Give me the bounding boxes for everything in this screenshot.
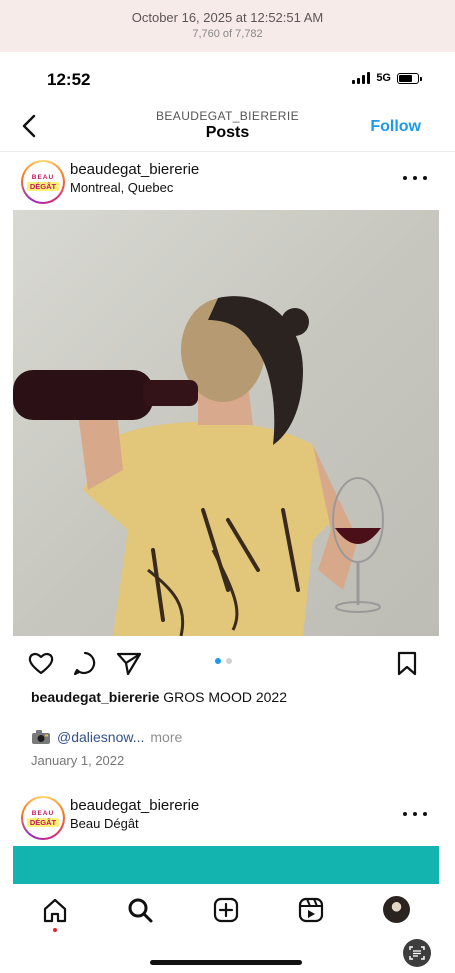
camera-icon <box>32 730 50 744</box>
avatar-logo-text: DÉGÂT <box>26 181 60 191</box>
text-scan-icon <box>409 946 425 960</box>
post-caption: beaudegat_biererie GROS MOOD 2022 <box>31 689 287 705</box>
network-label: 5G <box>376 72 391 84</box>
like-button[interactable] <box>27 649 55 677</box>
screenshot-tool-button[interactable] <box>403 939 431 967</box>
post-date: January 1, 2022 <box>31 753 125 768</box>
banner-count: 7,760 of 7,782 <box>192 28 263 40</box>
avatar-logo-text: BEAU <box>31 809 55 817</box>
nav-header: BEAUDEGAT_BIERERIE Posts Follow <box>0 100 455 152</box>
avatar-logo-text: DÉGÂT <box>26 817 60 827</box>
tab-create[interactable] <box>212 896 240 924</box>
tab-home[interactable] <box>41 896 69 924</box>
carousel-dot <box>215 658 221 664</box>
avatar[interactable]: BEAU DÉGÂT <box>21 160 65 204</box>
photo-illustration <box>13 296 384 636</box>
notification-dot <box>53 928 57 932</box>
home-icon <box>43 898 67 923</box>
home-indicator <box>150 960 302 965</box>
post-header: BEAU DÉGÂT beaudegat_biererie Beau Dégât <box>0 790 455 848</box>
comment-icon <box>73 651 96 676</box>
post-actions <box>0 643 455 683</box>
carousel-dot <box>226 658 232 664</box>
save-button[interactable] <box>393 649 421 677</box>
post-username[interactable]: beaudegat_biererie <box>70 161 199 178</box>
caption-username[interactable]: beaudegat_biererie <box>31 689 159 705</box>
post-photo[interactable] <box>13 846 439 884</box>
ellipsis-icon <box>403 812 407 816</box>
more-options-button[interactable] <box>403 170 427 186</box>
reels-icon <box>298 897 324 923</box>
search-icon <box>128 898 153 923</box>
status-bar: 12:52 5G <box>0 60 455 100</box>
banner-date: October 16, 2025 at 12:52:51 AM <box>131 10 324 25</box>
create-icon <box>213 897 239 923</box>
avatar-logo-text: BEAU <box>31 173 55 181</box>
post-photo[interactable] <box>13 210 439 636</box>
mention-link[interactable]: @daliesnow... <box>57 729 144 745</box>
post-location[interactable]: Montreal, Quebec <box>70 180 173 195</box>
caption-text: GROS MOOD 2022 <box>163 689 287 705</box>
follow-button[interactable]: Follow <box>370 118 421 136</box>
status-icons: 5G <box>352 72 422 84</box>
post-location[interactable]: Beau Dégât <box>70 816 139 831</box>
signal-icon <box>352 72 371 84</box>
more-link[interactable]: more <box>150 729 182 745</box>
post-header: BEAU DÉGÂT beaudegat_biererie Montreal, … <box>0 154 455 212</box>
caption-mention-line: @daliesnow... more <box>31 729 182 745</box>
send-icon <box>116 652 142 676</box>
tab-search[interactable] <box>126 896 154 924</box>
battery-icon <box>397 72 422 84</box>
tab-reels[interactable] <box>297 896 325 924</box>
bookmark-icon <box>397 651 417 676</box>
post-username[interactable]: beaudegat_biererie <box>70 797 199 814</box>
status-time: 12:52 <box>47 70 91 89</box>
profile-avatar[interactable] <box>383 896 410 923</box>
heart-icon <box>28 652 54 675</box>
avatar[interactable]: BEAU DÉGÂT <box>21 796 65 840</box>
more-options-button[interactable] <box>403 806 427 822</box>
ellipsis-icon <box>403 176 407 180</box>
carousel-indicator <box>215 658 232 664</box>
screenshot-banner: October 16, 2025 at 12:52:51 AM 7,760 of… <box>0 0 455 52</box>
comment-button[interactable] <box>71 649 99 677</box>
share-button[interactable] <box>115 649 143 677</box>
